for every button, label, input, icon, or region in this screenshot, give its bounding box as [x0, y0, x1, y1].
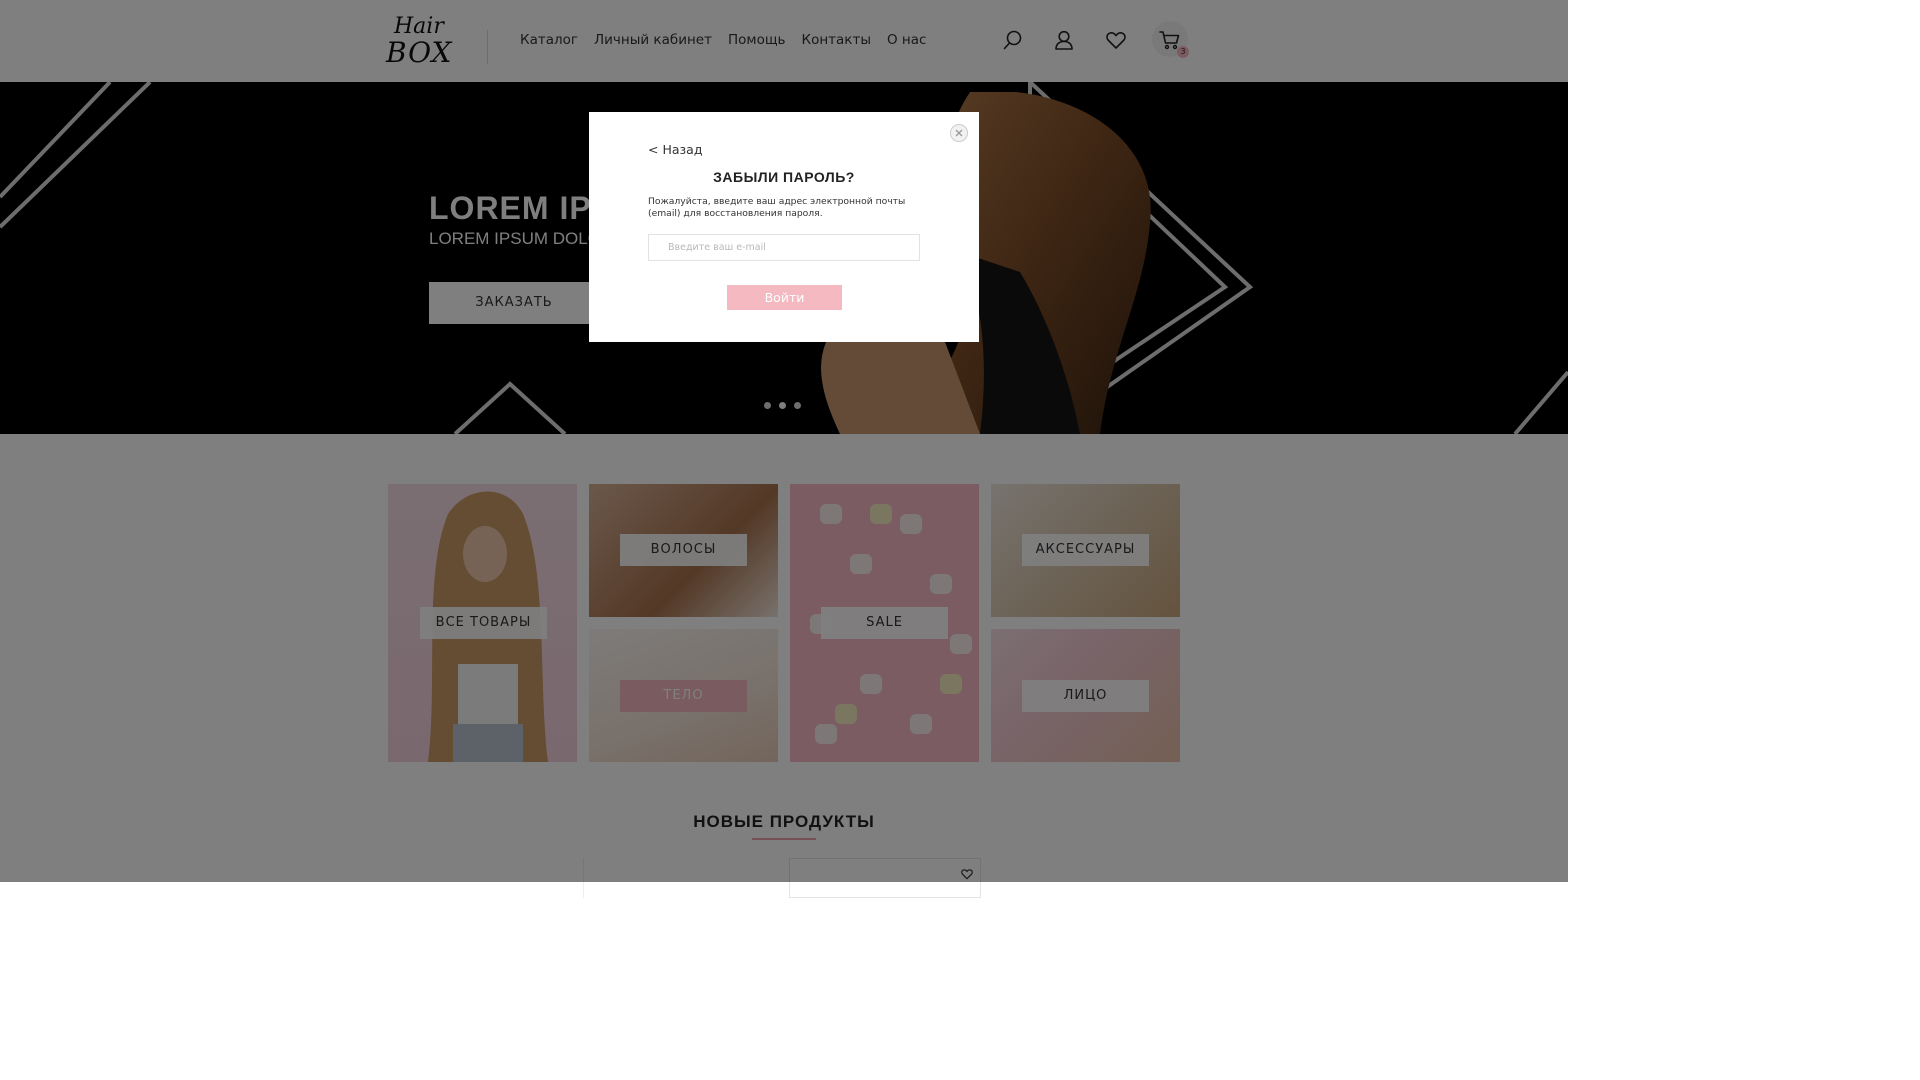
forgot-password-modal: < Назад ЗАБЫЛИ ПАРОЛЬ? Пожалуйста, введи… [589, 112, 979, 342]
back-link[interactable]: < Назад [648, 142, 702, 157]
close-icon [955, 129, 963, 137]
submit-button[interactable]: Войти [727, 285, 842, 310]
modal-description: Пожалуйста, введите ваш адрес электронно… [648, 196, 906, 219]
email-field[interactable] [648, 234, 920, 261]
close-button[interactable] [950, 124, 968, 142]
modal-title: ЗАБЫЛИ ПАРОЛЬ? [713, 169, 855, 185]
